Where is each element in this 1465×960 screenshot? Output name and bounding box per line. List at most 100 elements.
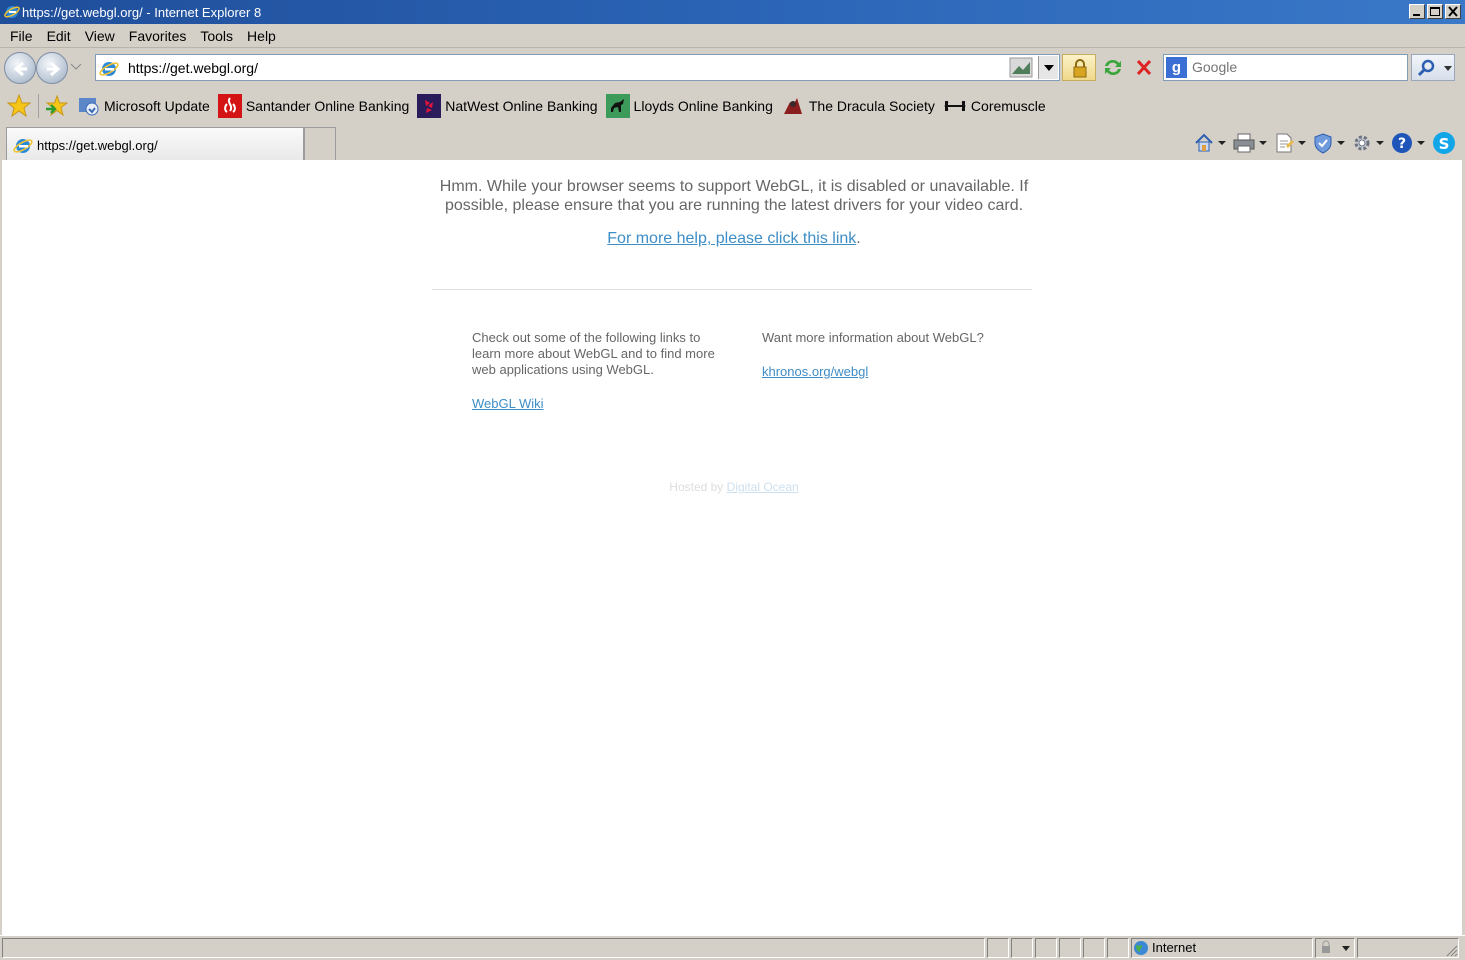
back-button[interactable] [4, 52, 36, 84]
minimize-icon [1413, 14, 1420, 16]
safety-menu-button[interactable] [1312, 129, 1345, 157]
status-panel [1107, 938, 1129, 958]
lloyds-icon [605, 94, 630, 118]
menu-view[interactable]: View [78, 24, 122, 48]
search-input[interactable] [1192, 59, 1392, 75]
status-panel [1083, 938, 1105, 958]
favorite-microsoft-update[interactable]: Microsoft Update [76, 94, 210, 118]
back-arrow-icon [13, 61, 27, 77]
home-button[interactable] [1193, 129, 1226, 157]
skype-icon: S [1433, 132, 1455, 154]
page-menu-button[interactable] [1273, 129, 1306, 157]
command-bar: ? S [1193, 129, 1457, 157]
hosted-by-line: Hosted by Digital Ocean [434, 480, 1034, 494]
globe-icon [1134, 941, 1148, 955]
svg-text:?: ? [1398, 136, 1406, 152]
menu-bar: File Edit View Favorites Tools Help [0, 24, 1465, 48]
favorite-lloyds[interactable]: Lloyds Online Banking [605, 94, 773, 118]
favorite-label: Coremuscle [970, 98, 1046, 114]
address-bar[interactable]: https://get.webgl.org/ [95, 54, 1060, 81]
print-button[interactable] [1232, 129, 1267, 157]
forward-arrow-icon [47, 61, 61, 77]
favorites-star-icon[interactable] [6, 93, 32, 119]
close-button[interactable] [1445, 4, 1461, 19]
santander-icon [217, 94, 242, 118]
favorites-separator [38, 94, 39, 118]
menu-edit[interactable]: Edit [40, 24, 78, 48]
chevron-down-icon[interactable] [1417, 141, 1425, 145]
status-text-panel [2, 938, 985, 958]
minimize-button[interactable] [1409, 4, 1425, 19]
security-zone-label: Internet [1152, 940, 1197, 955]
coremuscle-icon [944, 101, 966, 111]
gear-icon [1354, 135, 1370, 151]
favorite-natwest[interactable]: NatWest Online Banking [417, 94, 598, 118]
status-panel [987, 938, 1009, 958]
tab-row: https://get.webgl.org/ ? S [0, 125, 1465, 160]
dracula-society-icon [783, 98, 802, 114]
chevron-down-icon[interactable] [1376, 141, 1384, 145]
search-box[interactable]: g [1163, 54, 1408, 81]
home-icon [1195, 133, 1213, 152]
lock-icon [1073, 59, 1087, 78]
compatibility-view-icon[interactable] [1009, 57, 1033, 78]
stop-button[interactable] [1130, 54, 1158, 81]
khronos-link[interactable]: khronos.org/webgl [762, 364, 868, 379]
favorite-label: The Dracula Society [808, 98, 935, 114]
zoom-panel[interactable] [1357, 938, 1459, 958]
menu-help[interactable]: Help [240, 24, 283, 48]
menu-tools[interactable]: Tools [193, 24, 240, 48]
help-question-icon: ? [1392, 133, 1412, 153]
google-search-provider-icon[interactable]: g [1166, 57, 1187, 78]
forward-button[interactable] [36, 52, 68, 84]
refresh-button[interactable] [1099, 54, 1127, 81]
favorite-label: NatWest Online Banking [445, 98, 598, 114]
favorite-santander[interactable]: Santander Online Banking [217, 94, 410, 118]
chevron-down-icon[interactable] [1218, 141, 1226, 145]
address-dropdown-button[interactable] [1038, 56, 1058, 79]
natwest-icon [417, 94, 442, 118]
menu-favorites[interactable]: Favorites [122, 24, 194, 48]
protected-mode-icon [1322, 940, 1350, 953]
chevron-down-icon [1044, 65, 1054, 71]
chevron-down-icon[interactable] [1298, 141, 1306, 145]
stop-x-icon [1136, 59, 1152, 76]
maximize-button[interactable] [1427, 4, 1443, 19]
favorite-label: Santander Online Banking [245, 98, 410, 114]
menu-file[interactable]: File [3, 24, 40, 48]
digital-ocean-link[interactable]: Digital Ocean [727, 480, 799, 494]
search-button[interactable] [1411, 54, 1455, 81]
favorite-dracula-society[interactable]: The Dracula Society [781, 94, 935, 118]
tab-active[interactable]: https://get.webgl.org/ [6, 127, 304, 160]
help-link[interactable]: For more help, please click this link [607, 230, 856, 247]
help-menu-button[interactable]: ? [1390, 129, 1425, 157]
help-suffix: . [856, 230, 861, 247]
favorite-label: Microsoft Update [104, 98, 210, 114]
webgl-wiki-link[interactable]: WebGL Wiki [472, 396, 544, 411]
status-panel [1035, 938, 1057, 958]
recent-pages-dropdown-icon[interactable] [70, 63, 82, 71]
tools-menu-button[interactable] [1351, 129, 1384, 157]
webgl-disabled-message: Hmm. While your browser seems to support… [439, 178, 1029, 214]
skype-button[interactable]: S [1431, 129, 1457, 157]
title-bar: https://get.webgl.org/ - Internet Explor… [0, 0, 1465, 24]
hosted-prefix: Hosted by [669, 480, 727, 494]
protected-mode-button[interactable] [1315, 938, 1355, 958]
navigation-bar: https://get.webgl.org/ g [0, 49, 1465, 87]
divider [432, 289, 1032, 290]
status-panel [1059, 938, 1081, 958]
resize-grip-icon[interactable] [1444, 943, 1458, 957]
new-tab-button[interactable] [304, 127, 336, 160]
favorite-label: Lloyds Online Banking [633, 98, 773, 114]
add-to-favorites-bar-icon[interactable] [44, 93, 70, 119]
security-report-button[interactable] [1062, 54, 1096, 81]
chevron-down-icon[interactable] [1259, 141, 1267, 145]
microsoft-update-icon [79, 98, 99, 116]
address-url: https://get.webgl.org/ [128, 60, 258, 76]
favorite-coremuscle[interactable]: Coremuscle [943, 94, 1046, 118]
svg-text:S: S [1439, 135, 1450, 153]
help-line: For more help, please click this link. [434, 230, 1034, 248]
page-content: Hmm. While your browser seems to support… [2, 160, 1462, 935]
shield-icon [1314, 133, 1332, 154]
chevron-down-icon[interactable] [1337, 141, 1345, 145]
